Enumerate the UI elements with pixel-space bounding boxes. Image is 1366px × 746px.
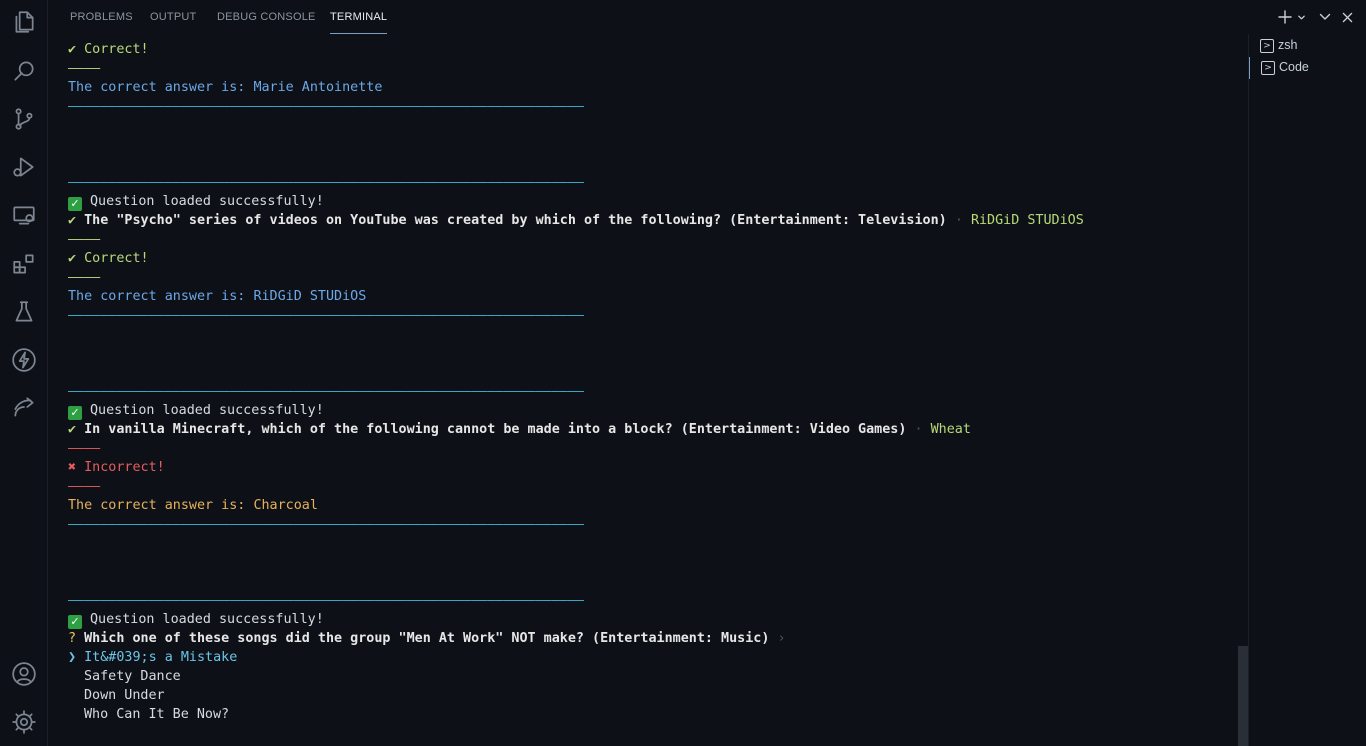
separator-line: ————————————————————————————————————————… — [68, 593, 584, 608]
separator-line: ————————————————————————————————————————… — [68, 384, 584, 399]
terminal-tab-zsh[interactable]: > zsh — [1249, 35, 1366, 57]
tab-debug-console[interactable]: DEBUG CONSOLE — [217, 0, 316, 34]
question-line: ? Which one of these songs did the group… — [68, 629, 786, 648]
answer-prefix: The correct answer is: — [68, 80, 254, 95]
separator-line: ————————————————————————————————————————… — [68, 175, 584, 190]
testing-icon[interactable] — [8, 296, 40, 328]
check-box-icon: ✓ — [68, 615, 82, 629]
check-mark: ✔ — [68, 42, 77, 57]
tab-terminal[interactable]: TERMINAL — [330, 0, 388, 34]
lightning-icon[interactable] — [8, 344, 40, 376]
explorer-icon[interactable] — [8, 6, 40, 38]
check-mark: ✔ — [68, 251, 77, 266]
terminal-line: ✖ Incorrect! — [68, 458, 165, 477]
loaded-text: Question loaded successfully! — [90, 194, 324, 209]
terminal-icon: > — [1260, 39, 1274, 53]
pointer-icon: ❯ — [68, 650, 77, 665]
incorrect-text: Incorrect! — [84, 460, 165, 475]
terminal-output[interactable]: ✔ Correct! ———— The correct answer is: M… — [68, 40, 1238, 746]
terminal-line: ———— — [68, 479, 101, 494]
question-mark: ? — [68, 631, 77, 646]
question-line: ✔ The "Psycho" series of videos on YouTu… — [68, 211, 1084, 230]
check-mark: ✔ — [68, 422, 77, 437]
separator-line: ————————————————————————————————————————… — [68, 99, 584, 114]
question-line: ✔ In vanilla Minecraft, which of the fol… — [68, 420, 971, 439]
answer-option[interactable]: Safety Dance — [84, 667, 181, 686]
terminal-tabs-list: > zsh > Code — [1248, 34, 1366, 746]
terminal-line: ✔ Correct! — [68, 40, 149, 59]
terminal-line: ———— — [68, 232, 101, 247]
tab-output[interactable]: OUTPUT — [150, 0, 196, 34]
settings-gear-icon[interactable] — [8, 706, 40, 738]
answer-option[interactable]: Who Can It Be Now? — [84, 705, 229, 724]
correct-answer: Charcoal — [253, 498, 318, 513]
answer-option-selected[interactable]: ❯ It&#039;s a Mistake — [68, 648, 237, 667]
new-terminal-icon[interactable] — [1276, 8, 1294, 26]
check-box-icon: ✓ — [68, 406, 82, 420]
extensions-icon[interactable] — [8, 248, 40, 280]
chevron-down-icon[interactable] — [1295, 8, 1307, 26]
terminal-line: ✓ Question loaded successfully! — [68, 610, 324, 629]
prompt-arrow: › — [777, 631, 786, 646]
check-box-icon: ✓ — [68, 197, 82, 211]
separator-dot: · — [954, 213, 963, 228]
account-icon[interactable] — [8, 658, 40, 690]
source-control-icon[interactable] — [8, 103, 40, 135]
remote-icon[interactable] — [8, 391, 40, 423]
activity-bar — [0, 0, 48, 746]
correct-answer: RiDGiD STUDiOS — [253, 289, 367, 304]
loaded-text: Question loaded successfully! — [90, 403, 324, 418]
terminal-tab-label: Code — [1279, 60, 1309, 74]
check-mark: ✔ — [68, 213, 77, 228]
separator-line: ————————————————————————————————————————… — [68, 308, 584, 323]
terminal-tab-label: zsh — [1278, 38, 1298, 52]
loaded-text: Question loaded successfully! — [90, 612, 324, 627]
separator-line: ————————————————————————————————————————… — [68, 517, 584, 532]
tab-problems[interactable]: PROBLEMS — [70, 0, 133, 34]
remote-explorer-icon[interactable] — [8, 199, 40, 231]
terminal-scrollbar[interactable] — [1238, 646, 1248, 746]
terminal-line: The correct answer is: Charcoal — [68, 496, 318, 515]
answer-prefix: The correct answer is: — [68, 498, 254, 513]
terminal-icon: > — [1261, 61, 1275, 75]
terminal-tab-code[interactable]: > Code — [1249, 57, 1366, 79]
separator-dot: · — [914, 422, 923, 437]
terminal-line: ———— — [68, 441, 101, 456]
terminal-line: The correct answer is: Marie Antoinette — [68, 78, 382, 97]
question-text: The "Psycho" series of videos on YouTube… — [84, 213, 947, 228]
terminal-line: ———— — [68, 61, 101, 76]
terminal-line: ———— — [68, 270, 101, 285]
run-debug-icon[interactable] — [8, 151, 40, 183]
correct-text: Correct! — [84, 42, 149, 57]
terminal-line: ✓ Question loaded successfully! — [68, 401, 324, 420]
chosen-answer: RiDGiD STUDiOS — [970, 213, 1084, 228]
question-text: In vanilla Minecraft, which of the follo… — [84, 422, 907, 437]
app-window: PROBLEMS OUTPUT DEBUG CONSOLE TERMINAL ✔… — [0, 0, 1366, 746]
search-icon[interactable] — [8, 55, 40, 87]
question-text: Which one of these songs did the group "… — [84, 631, 770, 646]
answer-prefix: The correct answer is: — [68, 289, 254, 304]
incorrect-mark: ✖ — [68, 460, 77, 475]
panel-tab-bar: PROBLEMS OUTPUT DEBUG CONSOLE TERMINAL — [48, 0, 1248, 34]
option-label: It&#039;s a Mistake — [84, 650, 238, 665]
answer-option[interactable]: Down Under — [84, 686, 165, 705]
maximize-panel-icon[interactable] — [1317, 8, 1333, 26]
close-icon[interactable] — [1339, 8, 1355, 26]
terminal-line: The correct answer is: RiDGiD STUDiOS — [68, 287, 366, 306]
terminal-line: ✓ Question loaded successfully! — [68, 192, 324, 211]
chosen-answer: Wheat — [930, 422, 971, 437]
correct-text: Correct! — [84, 251, 149, 266]
terminal-line: ✔ Correct! — [68, 249, 149, 268]
correct-answer: Marie Antoinette — [253, 80, 383, 95]
